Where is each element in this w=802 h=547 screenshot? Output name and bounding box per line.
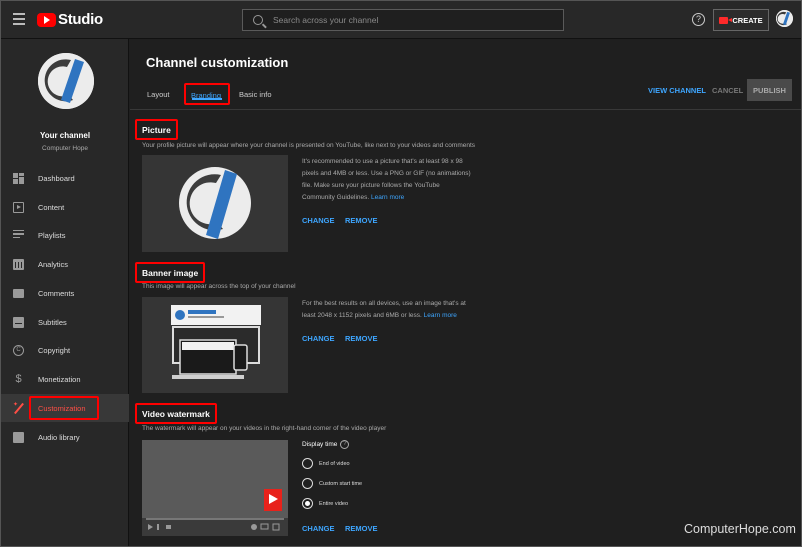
help-icon[interactable]: ? [692,13,705,26]
sidebar-item-label: Playlists [38,230,66,240]
devices-banner-illustration [142,297,288,393]
sidebar-item-monetization[interactable]: $ Monetization [1,365,129,393]
sidebar-item-copyright[interactable]: C Copyright [1,336,129,364]
sidebar-item-label: Customization [38,403,86,413]
create-label: CREATE [732,15,763,25]
sidebar-item-label: Dashboard [38,173,75,183]
search-placeholder: Search across your channel [273,15,379,25]
dashboard-icon [13,172,24,184]
tab-basic-info[interactable]: Basic info [239,90,272,99]
channel-name: Your channel [39,131,91,140]
subtitles-icon [13,316,24,328]
comments-icon [13,288,24,298]
banner-remove-button[interactable]: REMOVE [345,334,378,343]
sidebar-item-dashboard[interactable]: Dashboard [1,164,129,192]
sidebar-item-label: Comments [38,288,75,298]
publish-button[interactable]: PUBLISH [747,79,792,101]
watermark-remove-button[interactable]: REMOVE [345,524,378,533]
create-button[interactable]: CREATE [713,9,769,31]
banner-change-button[interactable]: CHANGE [302,334,335,343]
sidebar-item-comments[interactable]: Comments [1,279,129,307]
watermark-change-button[interactable]: CHANGE [302,524,335,533]
picture-remove-button[interactable]: REMOVE [345,216,378,225]
radio-label: Entire video [319,500,349,507]
banner-info: For the best results on all devices, use… [302,298,472,322]
magic-wand-icon [13,401,24,414]
active-tab-indicator [192,98,222,100]
radio-entire-video[interactable]: Entire video [302,498,348,509]
copyright-icon: C [13,344,24,356]
sidebar-item-label: Monetization [38,374,81,384]
playlists-icon [13,229,24,241]
youtube-studio-logo[interactable]: Studio [37,11,103,28]
sidebar-item-label: Copyright [38,345,71,355]
sidebar-item-content[interactable]: Content [1,193,129,221]
picture-learn-more-link[interactable]: Learn more [371,194,404,201]
video-player-mockup [142,440,288,536]
sidebar-item-label: Content [38,202,65,212]
radio-label: End of video [319,460,350,467]
radio-circle-icon [302,458,313,469]
radio-custom-start-time[interactable]: Custom start time [302,478,362,489]
view-channel-button[interactable]: VIEW CHANNEL [648,86,706,95]
radio-circle-icon [302,478,313,489]
sidebar-item-subtitles[interactable]: Subtitles [1,308,129,336]
audio-library-icon [13,431,24,443]
channel-avatar[interactable] [38,53,94,109]
dollar-icon: $ [15,372,22,385]
banner-heading: Banner image [135,262,206,283]
display-time-text: Display time [302,441,338,448]
top-bar: Studio Search across your channel ? CREA… [1,1,801,39]
sidebar-item-audio-library[interactable]: Audio library [1,423,129,451]
sidebar-item-playlists[interactable]: Playlists [1,221,129,249]
watermark-heading: Video watermark [135,403,217,424]
sidebar-item-customization[interactable]: Customization [1,394,129,422]
studio-window: Studio Search across your channel ? CREA… [0,0,802,547]
banner-preview [142,297,288,393]
sidebar-item-analytics[interactable]: Analytics [1,250,129,278]
main-content: Channel customization Layout Branding Ba… [130,39,801,546]
sidebar-item-label: Analytics [38,259,69,269]
site-credit: ComputerHope.com [684,522,796,536]
search-icon [253,15,263,25]
watermark-description: The watermark will appear on your videos… [142,425,387,432]
display-time-label: Display time ? [302,440,350,449]
tabs-divider [130,109,801,110]
sidebar: Your channel Computer Hope Dashboard Con… [1,39,129,546]
computer-hope-logo [142,155,288,252]
video-camera-icon [719,16,733,24]
tab-branding[interactable]: Branding [184,83,230,105]
radio-selected-icon [302,498,313,509]
search-input[interactable]: Search across your channel [242,9,564,31]
banner-description: This image will appear across the top of… [142,283,296,290]
cancel-button[interactable]: CANCEL [712,86,743,95]
logo-text: Studio [58,11,103,28]
youtube-play-icon [37,12,56,27]
sidebar-item-label: Subtitles [38,317,67,327]
hamburger-menu-icon[interactable] [13,13,25,25]
picture-change-button[interactable]: CHANGE [302,216,335,225]
analytics-icon [13,258,24,270]
picture-description: Your profile picture will appear where y… [142,142,476,149]
profile-picture-preview [142,155,288,252]
channel-owner: Computer Hope [42,145,88,152]
account-avatar[interactable] [776,10,793,27]
page-title: Channel customization [146,55,289,70]
content-icon [13,201,24,213]
picture-info: It's recommended to use a picture that's… [302,156,472,204]
picture-heading: Picture [135,119,178,140]
help-icon[interactable]: ? [340,440,350,449]
banner-learn-more-link[interactable]: Learn more [424,312,457,319]
watermark-video-preview [142,440,288,536]
radio-label: Custom start time [319,480,363,487]
sidebar-item-label: Audio library [38,432,80,442]
radio-end-of-video[interactable]: End of video [302,458,350,469]
tab-layout[interactable]: Layout [147,90,170,99]
